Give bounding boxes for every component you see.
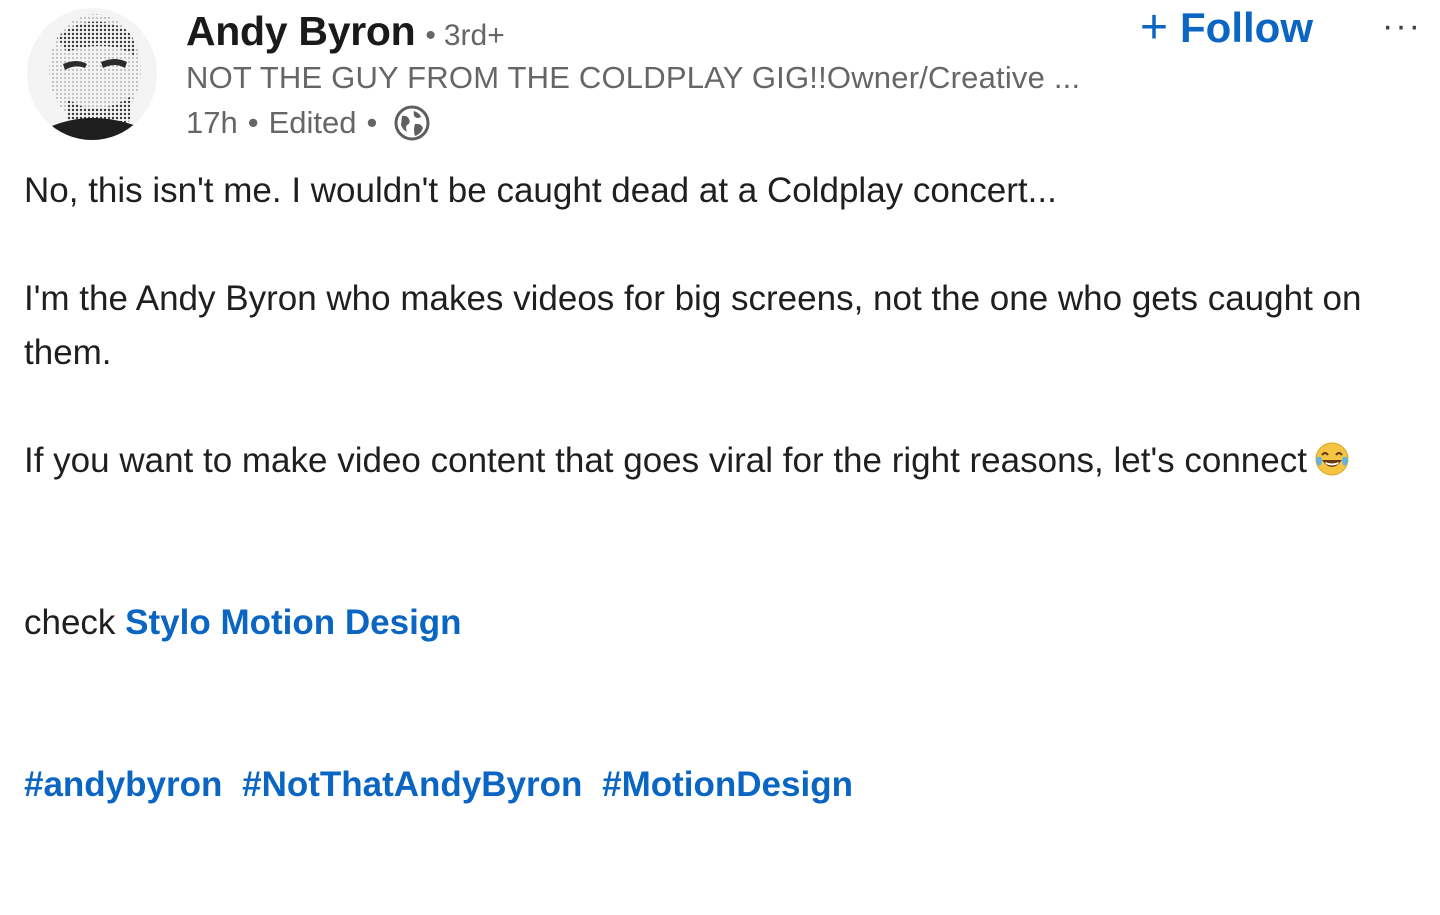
post-time: 17h — [186, 105, 238, 140]
connection-degree: • 3rd+ — [425, 19, 504, 53]
degree-label: 3rd+ — [443, 19, 505, 52]
globe-icon — [393, 104, 431, 142]
author-headline[interactable]: NOT THE GUY FROM THE COLDPLAY GIG!!Owner… — [186, 60, 1080, 96]
author-name-line: Andy Byron • 3rd+ — [186, 8, 505, 60]
hashtag-list: #andybyron #NotThatAndyByron #MotionDesi… — [24, 758, 863, 812]
follow-label: Follow — [1180, 4, 1314, 51]
author-avatar[interactable] — [27, 8, 157, 140]
post-paragraph-text: If you want to make video content that g… — [24, 441, 1307, 480]
hashtag-link[interactable]: #NotThatAndyByron — [242, 765, 582, 804]
meta-separator: • — [366, 105, 378, 140]
follow-button[interactable]: + Follow — [1140, 2, 1313, 54]
hashtag-link[interactable]: #MotionDesign — [602, 765, 853, 804]
more-options-button[interactable]: ··· — [1378, 0, 1426, 52]
post-paragraph: If you want to make video content that g… — [24, 434, 1404, 488]
ellipsis-icon: ··· — [1382, 6, 1422, 45]
post-paragraph: check Stylo Motion Design — [24, 596, 1404, 650]
post-paragraph: I'm the Andy Byron who makes videos for … — [24, 279, 1362, 372]
check-prefix: check — [24, 603, 116, 642]
tears-of-joy-emoji — [1313, 440, 1351, 478]
post-meta: 17h • Edited • — [186, 103, 431, 143]
degree-separator: • — [425, 19, 436, 52]
meta-separator: • — [247, 105, 259, 140]
hashtag-link[interactable]: #andybyron — [24, 765, 222, 804]
avatar-photo — [27, 8, 157, 140]
author-name[interactable]: Andy Byron — [186, 8, 416, 55]
linkedin-post: Andy Byron • 3rd+ NOT THE GUY FROM THE CO… — [0, 0, 1440, 915]
post-paragraph: No, this isn't me. I wouldn't be caught … — [24, 171, 1057, 210]
company-mention-link[interactable]: Stylo Motion Design — [125, 603, 461, 642]
plus-icon: + — [1140, 1, 1169, 54]
edited-label: Edited — [268, 105, 357, 140]
